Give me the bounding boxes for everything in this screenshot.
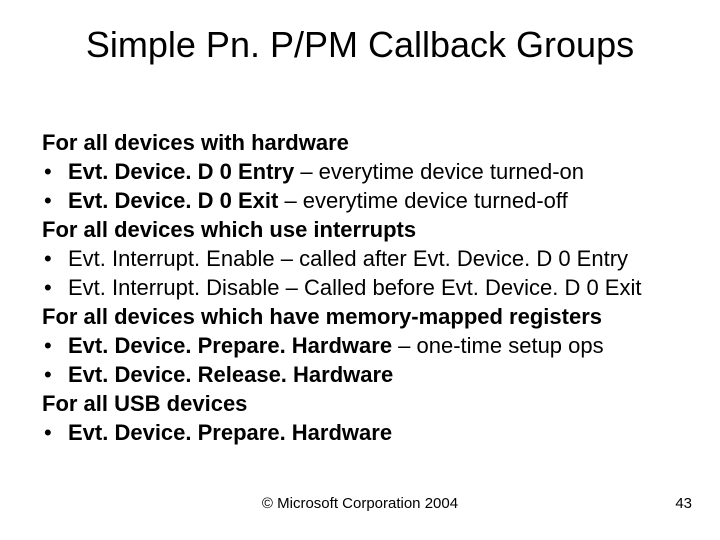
bullet-bold: Evt. Device. Prepare. Hardware xyxy=(68,333,392,358)
bullet-bold: Evt. Device. D 0 Entry xyxy=(68,159,294,184)
bullet-dot-icon: • xyxy=(42,418,68,447)
bullet-text: Evt. Device. Release. Hardware xyxy=(68,360,682,389)
section-heading: For all devices which use interrupts xyxy=(42,215,682,244)
bullet-rest: – everytime device turned-on xyxy=(294,159,584,184)
bullet-text: Evt. Interrupt. Disable – Called before … xyxy=(68,273,682,302)
bullet-bold: Evt. Device. D 0 Exit xyxy=(68,188,278,213)
bullet-item: • Evt. Device. D 0 Exit – everytime devi… xyxy=(42,186,682,215)
slide: Simple Pn. P/PM Callback Groups For all … xyxy=(0,0,720,540)
bullet-item: • Evt. Device. Release. Hardware xyxy=(42,360,682,389)
bullet-dot-icon: • xyxy=(42,331,68,360)
bullet-bold: Evt. Device. Prepare. Hardware xyxy=(68,420,392,445)
bullet-item: • Evt. Interrupt. Disable – Called befor… xyxy=(42,273,682,302)
bullet-rest: Evt. Interrupt. Enable – called after Ev… xyxy=(68,246,628,271)
section-heading: For all USB devices xyxy=(42,389,682,418)
bullet-dot-icon: • xyxy=(42,186,68,215)
page-number: 43 xyxy=(675,495,692,512)
bullet-bold: Evt. Device. Release. Hardware xyxy=(68,362,393,387)
section-heading: For all devices which have memory-mapped… xyxy=(42,302,682,331)
bullet-text: Evt. Device. Prepare. Hardware xyxy=(68,418,682,447)
copyright-footer: © Microsoft Corporation 2004 xyxy=(0,495,720,512)
bullet-item: • Evt. Device. Prepare. Hardware xyxy=(42,418,682,447)
bullet-text: Evt. Device. Prepare. Hardware – one-tim… xyxy=(68,331,682,360)
bullet-text: Evt. Device. D 0 Entry – everytime devic… xyxy=(68,157,682,186)
bullet-item: • Evt. Device. D 0 Entry – everytime dev… xyxy=(42,157,682,186)
bullet-item: • Evt. Interrupt. Enable – called after … xyxy=(42,244,682,273)
bullet-dot-icon: • xyxy=(42,244,68,273)
bullet-dot-icon: • xyxy=(42,360,68,389)
bullet-rest: – everytime device turned-off xyxy=(278,188,567,213)
section-heading: For all devices with hardware xyxy=(42,128,682,157)
bullet-text: Evt. Interrupt. Enable – called after Ev… xyxy=(68,244,682,273)
bullet-text: Evt. Device. D 0 Exit – everytime device… xyxy=(68,186,682,215)
bullet-item: • Evt. Device. Prepare. Hardware – one-t… xyxy=(42,331,682,360)
bullet-rest: – one-time setup ops xyxy=(392,333,604,358)
bullet-dot-icon: • xyxy=(42,157,68,186)
slide-body: For all devices with hardware • Evt. Dev… xyxy=(42,128,682,447)
slide-title: Simple Pn. P/PM Callback Groups xyxy=(0,24,720,66)
bullet-dot-icon: • xyxy=(42,273,68,302)
bullet-rest: Evt. Interrupt. Disable – Called before … xyxy=(68,275,641,300)
